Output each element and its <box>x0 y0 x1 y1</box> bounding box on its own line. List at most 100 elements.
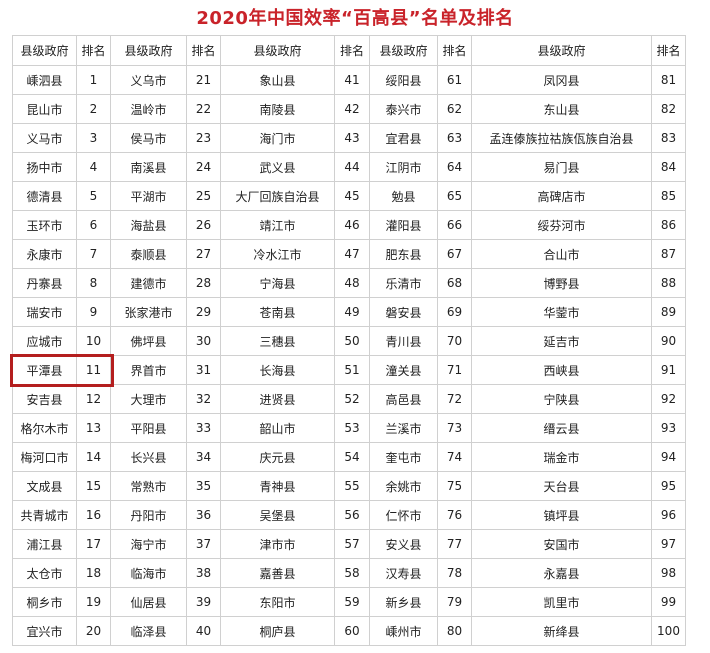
rank-cell: 73 <box>437 413 472 443</box>
rank-cell: 64 <box>437 152 472 182</box>
rank-cell: 96 <box>651 500 686 530</box>
county-cell: 平潭县 <box>12 355 77 385</box>
rank-cell: 66 <box>437 210 472 240</box>
county-cell: 新乡县 <box>369 587 438 617</box>
rank-cell: 65 <box>437 181 472 211</box>
county-cell: 安国市 <box>471 529 652 559</box>
rank-cell: 50 <box>334 326 370 356</box>
county-cell: 浦江县 <box>12 529 77 559</box>
county-cell: 青川县 <box>369 326 438 356</box>
county-cell: 博野县 <box>471 268 652 298</box>
county-cell: 安义县 <box>369 529 438 559</box>
county-cell: 南溪县 <box>110 152 187 182</box>
rank-cell: 5 <box>76 181 111 211</box>
county-cell: 易门县 <box>471 152 652 182</box>
header-rank: 排名 <box>186 35 221 66</box>
county-cell: 靖江市 <box>220 210 335 240</box>
table-row: 格尔木市 13 平阳县 33 韶山市 53 兰溪市 73 缙云县 93 <box>12 413 686 443</box>
county-cell: 勉县 <box>369 181 438 211</box>
county-cell: 永康市 <box>12 239 77 269</box>
county-cell: 乐清市 <box>369 268 438 298</box>
rank-cell: 87 <box>651 239 686 269</box>
rank-cell: 46 <box>334 210 370 240</box>
rank-cell: 39 <box>186 587 221 617</box>
county-cell: 武义县 <box>220 152 335 182</box>
table-row: 文成县 15 常熟市 35 青神县 55 余姚市 75 天台县 95 <box>12 471 686 501</box>
county-cell: 嵊泗县 <box>12 65 77 95</box>
rank-cell: 70 <box>437 326 472 356</box>
rank-cell: 14 <box>76 442 111 472</box>
rank-cell: 86 <box>651 210 686 240</box>
header-rank: 排名 <box>651 35 686 66</box>
county-cell: 长兴县 <box>110 442 187 472</box>
rank-cell: 53 <box>334 413 370 443</box>
rank-cell: 57 <box>334 529 370 559</box>
county-cell: 孟连傣族拉祜族佤族自治县 <box>471 123 652 153</box>
rank-cell: 26 <box>186 210 221 240</box>
county-cell: 嵊州市 <box>369 616 438 646</box>
county-cell: 桐乡市 <box>12 587 77 617</box>
county-cell: 丹阳市 <box>110 500 187 530</box>
county-cell: 新绛县 <box>471 616 652 646</box>
county-cell: 宜兴市 <box>12 616 77 646</box>
rank-cell: 23 <box>186 123 221 153</box>
county-cell: 凯里市 <box>471 587 652 617</box>
rank-cell: 75 <box>437 471 472 501</box>
rank-cell: 24 <box>186 152 221 182</box>
rank-cell: 48 <box>334 268 370 298</box>
table-row: 玉环市 6 海盐县 26 靖江市 46 灌阳县 66 绥芬河市 86 <box>12 210 686 240</box>
ranking-table: 县级政府 排名 县级政府 排名 县级政府 排名 县级政府 排名 县级政府 排名 嵊泗县 1 义乌市 21… <box>12 35 686 646</box>
county-cell: 进贤县 <box>220 384 335 414</box>
table-row: 浦江县 17 海宁市 37 津市市 57 安义县 77 安国市 97 <box>12 529 686 559</box>
table-row: 德清县 5 平湖市 25 大厂回族自治县 45 勉县 65 高碑店市 85 <box>12 181 686 211</box>
county-cell: 瑞安市 <box>12 297 77 327</box>
rank-cell: 20 <box>76 616 111 646</box>
table-row: 共青城市 16 丹阳市 36 吴堡县 56 仁怀市 76 镇坪县 96 <box>12 500 686 530</box>
rank-cell: 63 <box>437 123 472 153</box>
county-cell: 宁海县 <box>220 268 335 298</box>
county-cell: 临海市 <box>110 558 187 588</box>
county-cell: 共青城市 <box>12 500 77 530</box>
rank-cell: 72 <box>437 384 472 414</box>
county-cell: 丹寨县 <box>12 268 77 298</box>
table-row: 平潭县 11 界首市 31 长海县 51 潼关县 71 西峡县 91 <box>12 355 686 385</box>
county-cell: 磐安县 <box>369 297 438 327</box>
rank-cell: 83 <box>651 123 686 153</box>
rank-cell: 93 <box>651 413 686 443</box>
rank-cell: 16 <box>76 500 111 530</box>
rank-cell: 52 <box>334 384 370 414</box>
county-cell: 扬中市 <box>12 152 77 182</box>
rank-cell: 1 <box>76 65 111 95</box>
county-cell: 南陵县 <box>220 94 335 124</box>
county-cell: 格尔木市 <box>12 413 77 443</box>
county-cell: 绥阳县 <box>369 65 438 95</box>
rank-cell: 3 <box>76 123 111 153</box>
county-cell: 义乌市 <box>110 65 187 95</box>
rank-cell: 36 <box>186 500 221 530</box>
table-row: 嵊泗县 1 义乌市 21 象山县 41 绥阳县 61 凤冈县 81 <box>12 65 686 95</box>
rank-cell: 15 <box>76 471 111 501</box>
rank-cell: 21 <box>186 65 221 95</box>
rank-cell: 37 <box>186 529 221 559</box>
county-cell: 青神县 <box>220 471 335 501</box>
rank-cell: 95 <box>651 471 686 501</box>
county-cell: 泰顺县 <box>110 239 187 269</box>
county-cell: 长海县 <box>220 355 335 385</box>
county-cell: 高邑县 <box>369 384 438 414</box>
rank-cell: 42 <box>334 94 370 124</box>
rank-cell: 90 <box>651 326 686 356</box>
table-row: 安吉县 12 大理市 32 进贤县 52 高邑县 72 宁陕县 92 <box>12 384 686 414</box>
county-cell: 天台县 <box>471 471 652 501</box>
rank-cell: 99 <box>651 587 686 617</box>
table-header-row: 县级政府 排名 县级政府 排名 县级政府 排名 县级政府 排名 县级政府 排名 <box>12 35 686 66</box>
rank-cell: 19 <box>76 587 111 617</box>
county-cell: 文成县 <box>12 471 77 501</box>
county-cell: 仁怀市 <box>369 500 438 530</box>
rank-cell: 92 <box>651 384 686 414</box>
county-cell: 仙居县 <box>110 587 187 617</box>
county-cell: 凤冈县 <box>471 65 652 95</box>
county-cell: 德清县 <box>12 181 77 211</box>
rank-cell: 12 <box>76 384 111 414</box>
county-cell: 绥芬河市 <box>471 210 652 240</box>
county-cell: 太仓市 <box>12 558 77 588</box>
